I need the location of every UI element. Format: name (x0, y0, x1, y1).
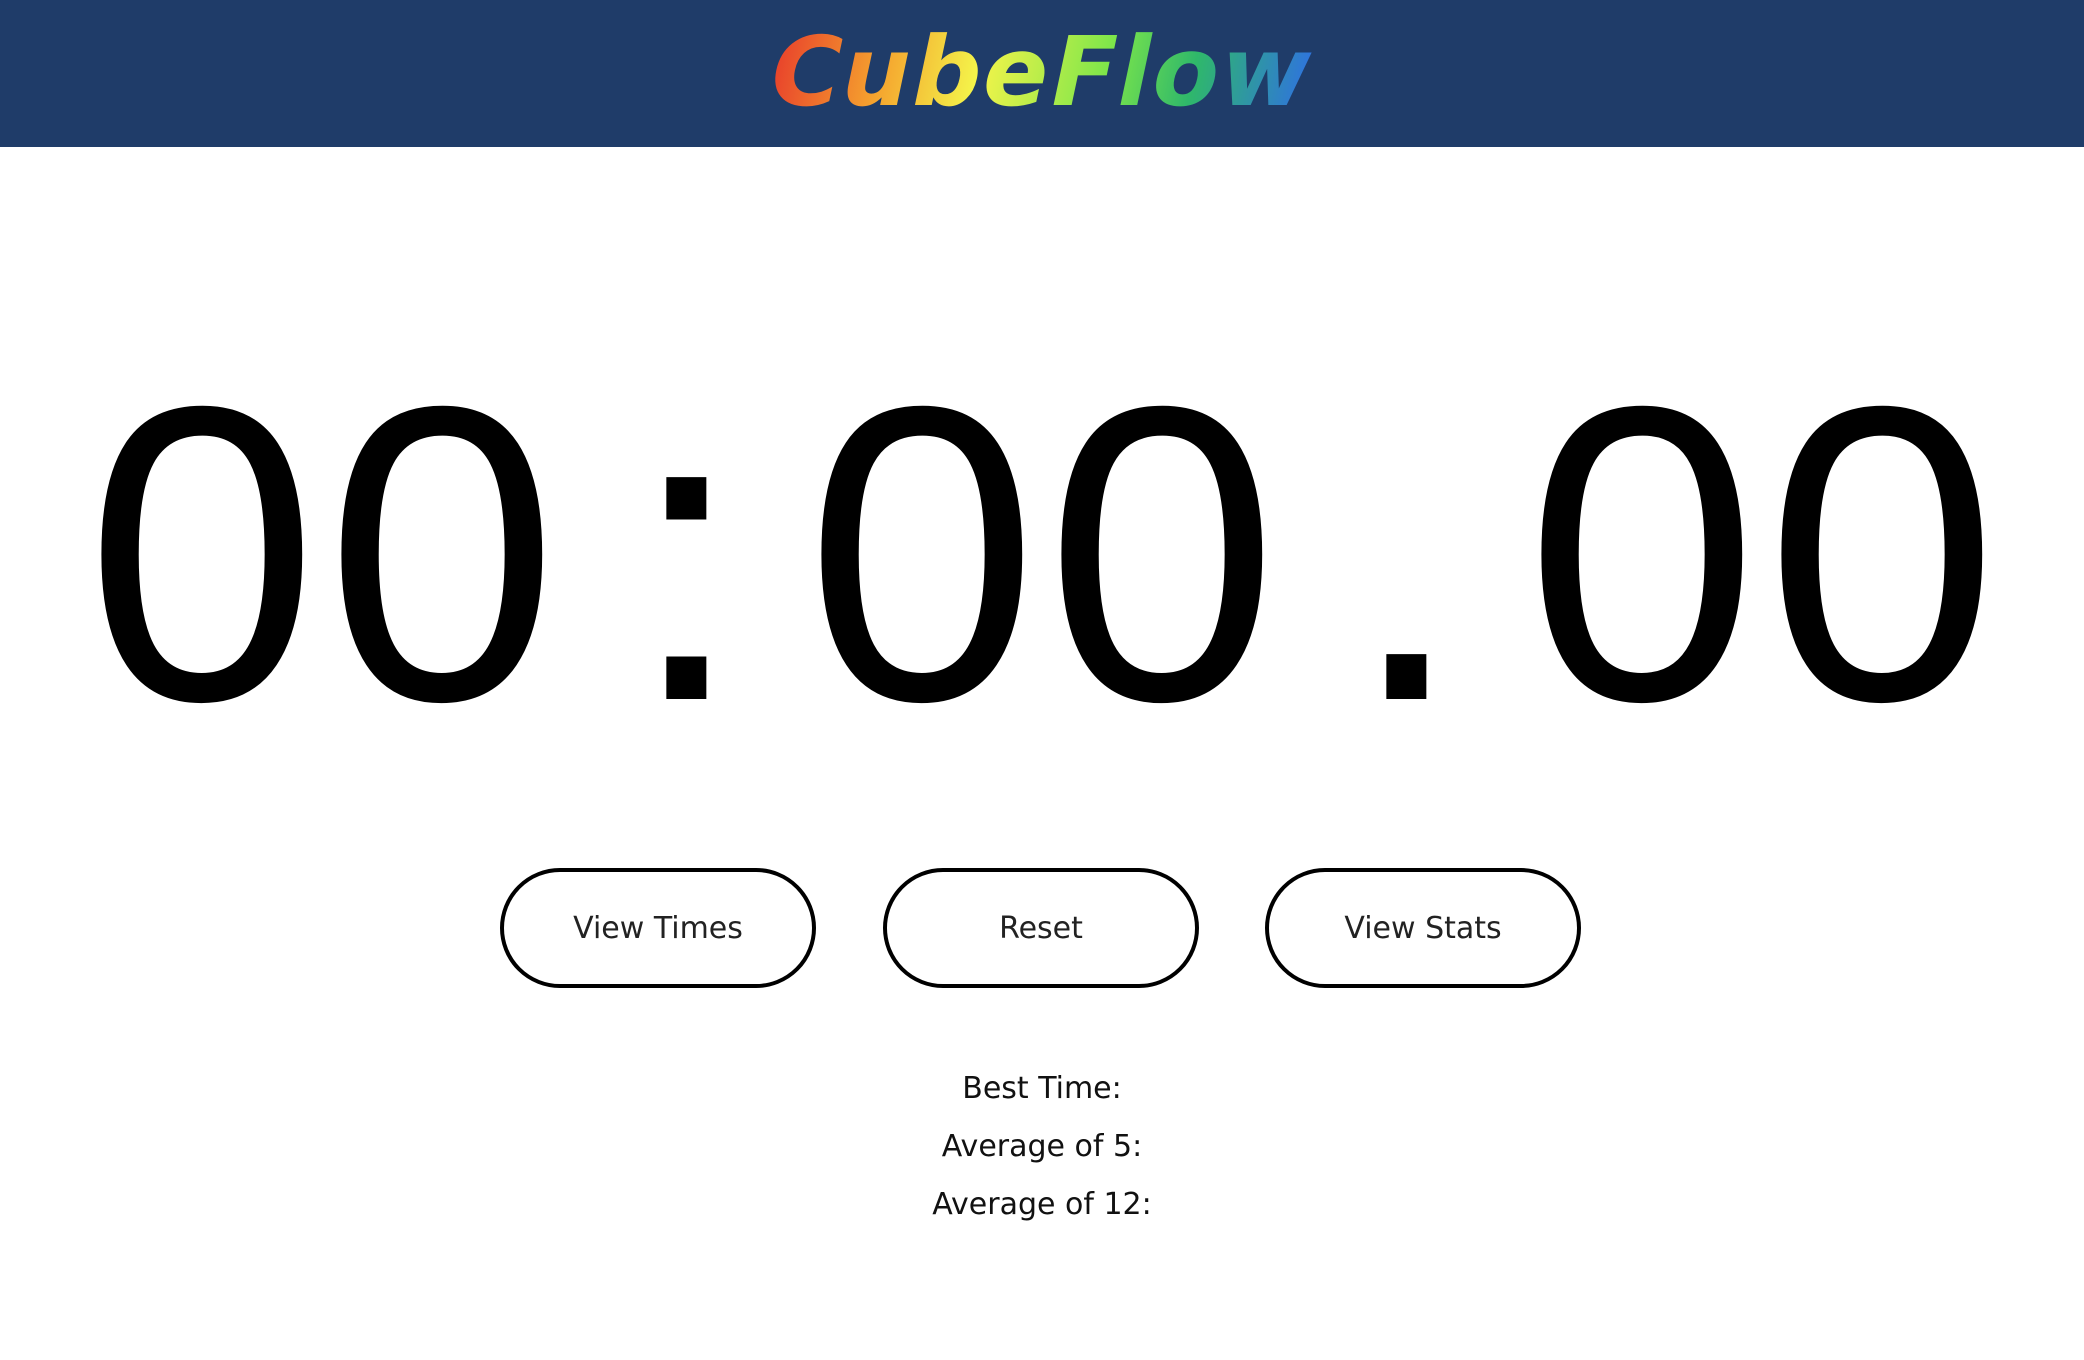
timer-digit: 0 (325, 320, 559, 789)
timer-display: 0 0 : 0 0 . 0 0 (0, 320, 2084, 789)
average-of-12-label: Average of 12: (932, 1187, 1152, 1222)
timer-digit: 0 (85, 320, 319, 789)
timer-digit: 0 (1045, 320, 1279, 789)
app-logo[interactable]: CubeFlow (759, 14, 1325, 130)
timer-digit: 0 (1765, 320, 1999, 789)
view-stats-button[interactable]: View Stats (1265, 868, 1581, 988)
header-bar: CubeFlow (0, 0, 2084, 147)
action-buttons: View Times Reset View Stats (0, 868, 2084, 988)
reset-button[interactable]: Reset (883, 868, 1199, 988)
timer-dot: . (1348, 320, 1465, 789)
view-times-button[interactable]: View Times (500, 868, 816, 988)
timer-digit: 0 (1525, 320, 1759, 789)
timer-digit: 0 (805, 320, 1039, 789)
average-of-5-label: Average of 5: (941, 1129, 1143, 1164)
best-time-label: Best Time: (962, 1071, 1122, 1106)
timer-colon: : (628, 320, 745, 789)
stats-panel: Best Time: Average of 5: Average of 12: (0, 1060, 2084, 1234)
